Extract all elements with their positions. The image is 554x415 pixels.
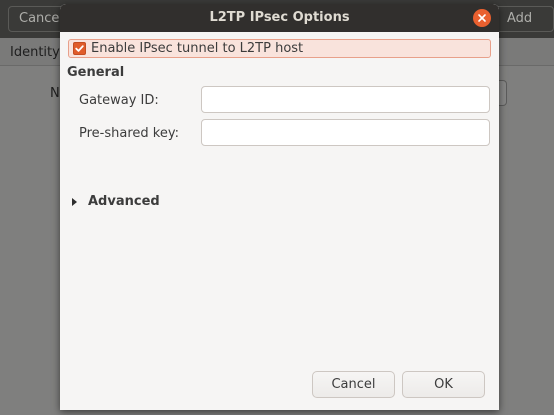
dialog-title: L2TP IPsec Options xyxy=(209,10,350,25)
parent-field-label: N xyxy=(50,86,60,101)
pre-shared-key-label: Pre-shared key: xyxy=(79,126,179,141)
dialog-titlebar: L2TP IPsec Options xyxy=(60,4,499,32)
close-icon xyxy=(478,14,486,22)
pre-shared-key-input[interactable] xyxy=(201,119,490,146)
parent-tab-identity: Identity xyxy=(10,45,60,60)
close-button[interactable] xyxy=(473,9,491,27)
enable-ipsec-checkbox[interactable] xyxy=(73,42,86,55)
cancel-button[interactable]: Cancel xyxy=(312,371,395,398)
gateway-id-label: Gateway ID: xyxy=(79,93,159,108)
ipsec-options-dialog: L2TP IPsec Options Enable IPsec tunnel t… xyxy=(60,4,499,410)
gateway-id-input[interactable] xyxy=(201,86,490,113)
checkmark-icon xyxy=(75,45,84,52)
enable-ipsec-checkbox-row[interactable]: Enable IPsec tunnel to L2TP host xyxy=(68,39,491,58)
triangle-right-icon xyxy=(72,198,77,206)
ok-button[interactable]: OK xyxy=(402,371,485,398)
advanced-label: Advanced xyxy=(88,194,160,209)
enable-ipsec-label: Enable IPsec tunnel to L2TP host xyxy=(91,41,304,56)
general-section-title: General xyxy=(67,65,125,80)
